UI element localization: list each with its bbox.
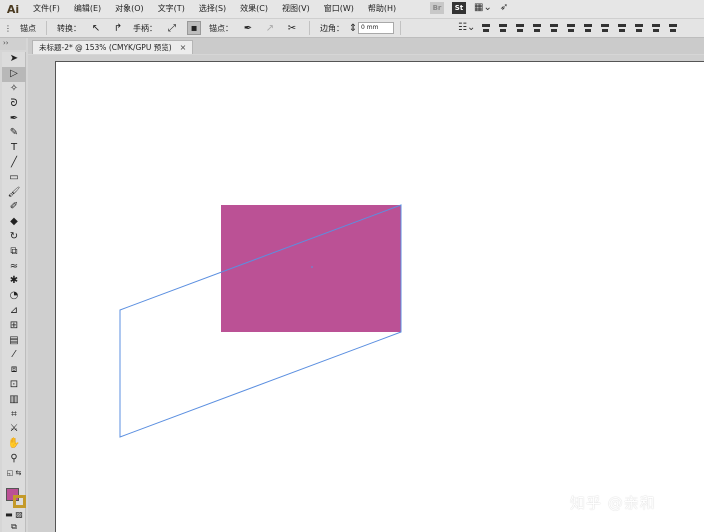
- eraser-tool-icon[interactable]: ◆: [2, 215, 26, 230]
- anchor-label: 锚点: [20, 23, 36, 33]
- grip-icon: ⋮: [4, 23, 12, 33]
- magic-wand-tool-icon[interactable]: ✧: [2, 82, 26, 97]
- remove-anchor-icon[interactable]: ✒: [241, 21, 255, 35]
- menu-object[interactable]: 对象(O): [108, 0, 151, 18]
- rectangle-tool-icon[interactable]: ▭: [2, 170, 26, 185]
- draw-mode-icon[interactable]: ⧉: [2, 520, 26, 532]
- handle-label: 手柄：: [133, 23, 157, 33]
- artwork: [119, 204, 402, 438]
- gradient-tool-icon[interactable]: ▤: [2, 333, 26, 348]
- distribute-hcenter-icon[interactable]: [650, 22, 662, 34]
- distribute-right-icon[interactable]: [667, 22, 679, 34]
- menu-window[interactable]: 窗口(W): [317, 0, 361, 18]
- paintbrush-tool-icon[interactable]: 🖌: [2, 185, 26, 200]
- corner-stepper-icon[interactable]: ⇕: [349, 21, 357, 35]
- blend-tool-icon[interactable]: ⧈: [2, 363, 26, 378]
- anchor-points-label: 锚点：: [209, 23, 233, 33]
- cut-path-icon[interactable]: ✂: [285, 21, 299, 35]
- menu-edit[interactable]: 编辑(E): [67, 0, 108, 18]
- lasso-tool-icon[interactable]: ᘐ: [2, 96, 26, 111]
- direct-selection-tool-icon[interactable]: ▷: [2, 66, 26, 82]
- control-bar: ⋮ 锚点 转换： ↖ ↱ 手柄： ⤢ ▪ 锚点： ✒ ↗ ✂ 边角： ⇕ 0 m…: [0, 18, 704, 38]
- separator: [46, 21, 47, 35]
- corner-label: 边角：: [320, 23, 344, 33]
- align-right-icon[interactable]: [514, 22, 526, 34]
- convert-to-corner-icon[interactable]: ↖: [89, 21, 103, 35]
- menu-bar: Ai 文件(F) 编辑(E) 对象(O) 文字(T) 选择(S) 效果(C) 视…: [0, 0, 704, 18]
- scale-tool-icon[interactable]: ⧉: [2, 244, 26, 259]
- distribute-vcenter-icon[interactable]: [599, 22, 611, 34]
- menu-effect[interactable]: 效果(C): [233, 0, 275, 18]
- gpu-rocket-icon[interactable]: ➶: [500, 2, 508, 14]
- align-hcenter-icon[interactable]: [497, 22, 509, 34]
- app-logo: Ai: [6, 2, 20, 16]
- separator: [309, 21, 310, 35]
- pen-tool-icon[interactable]: ✒: [2, 111, 26, 126]
- hand-tool-icon[interactable]: ✋: [2, 437, 26, 452]
- column-graph-tool-icon[interactable]: ▥: [2, 392, 26, 407]
- selection-tool-icon[interactable]: ➤: [2, 52, 26, 67]
- toolbox-collapse[interactable]: ››: [0, 38, 26, 50]
- document-tab-strip: 未标题-2* @ 153% (CMYK/GPU 预览) ×: [28, 38, 704, 54]
- slice-tool-icon[interactable]: ⚔: [2, 422, 26, 437]
- menu-file[interactable]: 文件(F): [26, 0, 67, 18]
- align-vcenter-icon[interactable]: [548, 22, 560, 34]
- artboard-tool-icon[interactable]: ⌗: [2, 407, 26, 422]
- show-handles-icon[interactable]: ⤢: [165, 21, 179, 35]
- stock-button[interactable]: St: [452, 2, 466, 14]
- convert-label: 转换：: [57, 23, 81, 33]
- type-tool-icon[interactable]: T: [2, 141, 26, 156]
- shaper-tool-icon[interactable]: ✐: [2, 200, 26, 215]
- menu-view[interactable]: 视图(V): [275, 0, 317, 18]
- align-buttons-group: ☷⌄: [458, 22, 679, 34]
- zoom-tool-icon[interactable]: ⚲: [2, 452, 26, 467]
- menu-help[interactable]: 帮助(H): [361, 0, 403, 18]
- curvature-tool-icon[interactable]: ✎: [2, 126, 26, 141]
- corner-radius-input[interactable]: 0 mm: [358, 22, 394, 34]
- menu-right-group: Br St ▦⌄ ➶: [430, 2, 508, 14]
- symbol-sprayer-tool-icon[interactable]: ⊡: [2, 378, 26, 393]
- convert-to-smooth-icon[interactable]: ↱: [111, 21, 125, 35]
- close-icon[interactable]: ×: [180, 41, 187, 54]
- artboard[interactable]: [55, 61, 704, 532]
- align-to-icon[interactable]: ☷⌄: [458, 22, 475, 34]
- align-bottom-icon[interactable]: [565, 22, 577, 34]
- align-left-icon[interactable]: [480, 22, 492, 34]
- separator: [400, 21, 401, 35]
- connect-anchor-icon[interactable]: ↗: [263, 21, 277, 35]
- toolbox: ➤ ▷ ✧ ᘐ ✒ ✎ T ╱ ▭ 🖌 ✐ ◆ ↻ ⧉ ≈ ✱ ◔ ⊿ ⊞ ▤ …: [2, 52, 26, 532]
- menu-type[interactable]: 文字(T): [151, 0, 192, 18]
- swap-colors-icon[interactable]: ◱ ⇆: [2, 466, 26, 481]
- eyedropper-tool-icon[interactable]: ⁄: [2, 348, 26, 363]
- magenta-rectangle[interactable]: [221, 205, 401, 332]
- canvas-area[interactable]: [28, 55, 704, 532]
- perspective-grid-tool-icon[interactable]: ⊿: [2, 304, 26, 319]
- bridge-button[interactable]: Br: [430, 2, 444, 14]
- menu-select[interactable]: 选择(S): [192, 0, 233, 18]
- distribute-bottom-icon[interactable]: [616, 22, 628, 34]
- line-segment-tool-icon[interactable]: ╱: [2, 156, 26, 171]
- width-tool-icon[interactable]: ≈: [2, 259, 26, 274]
- hide-handles-icon[interactable]: ▪: [187, 21, 201, 35]
- align-top-icon[interactable]: [531, 22, 543, 34]
- watermark: 知乎 @亲和: [570, 494, 656, 512]
- mesh-tool-icon[interactable]: ⊞: [2, 318, 26, 333]
- distribute-left-icon[interactable]: [633, 22, 645, 34]
- rotate-tool-icon[interactable]: ↻: [2, 230, 26, 245]
- document-tab[interactable]: 未标题-2* @ 153% (CMYK/GPU 预览) ×: [32, 40, 194, 54]
- puppet-warp-tool-icon[interactable]: ✱: [2, 274, 26, 289]
- document-tab-title: 未标题-2* @ 153% (CMYK/GPU 预览): [39, 43, 172, 52]
- workspace-grid-icon[interactable]: ▦⌄: [474, 2, 492, 14]
- distribute-top-icon[interactable]: [582, 22, 594, 34]
- stroke-color-swatch[interactable]: [13, 495, 26, 508]
- shape-builder-tool-icon[interactable]: ◔: [2, 289, 26, 304]
